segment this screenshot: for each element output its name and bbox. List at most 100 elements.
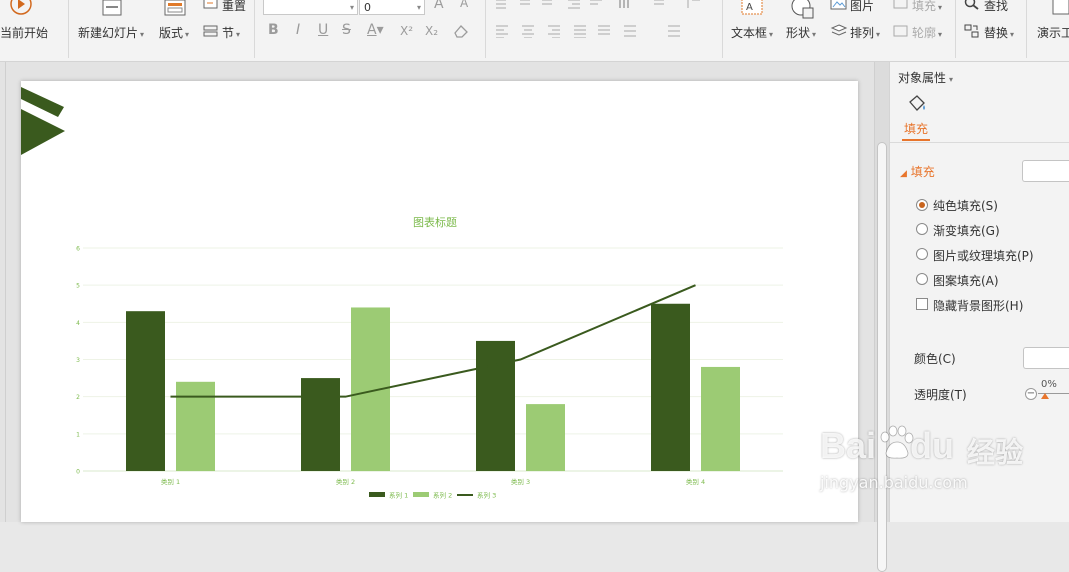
bar-series1-cat1[interactable] xyxy=(126,311,165,471)
legend-label-3: 系列 3 xyxy=(477,491,496,500)
chart-title[interactable]: 图表标题 xyxy=(413,215,457,229)
column-icon[interactable] xyxy=(618,0,708,12)
fill-bucket-icon[interactable] xyxy=(906,94,928,117)
shape-icon[interactable] xyxy=(789,0,815,23)
y-tick-label: 5 xyxy=(76,283,80,290)
subscript-button[interactable]: X₂ xyxy=(425,24,438,38)
font-size-decrease-button[interactable]: A xyxy=(460,0,468,10)
arrange-button[interactable]: 排列 ▾ xyxy=(850,24,880,41)
fill-icon[interactable] xyxy=(892,0,910,13)
find-button[interactable]: 查找 xyxy=(984,0,1008,14)
legend-swatch-2 xyxy=(413,492,429,497)
fill-preset-box[interactable] xyxy=(1022,160,1069,182)
transparency-label: 透明度(T) xyxy=(914,388,967,402)
panel-divider xyxy=(890,142,1069,143)
indent-icon[interactable] xyxy=(566,0,606,12)
x-tick-label: 类别 1 xyxy=(161,477,180,486)
reset-button[interactable]: 重置 xyxy=(222,0,246,14)
outline-icon[interactable] xyxy=(892,23,910,42)
panel-title[interactable]: 对象属性 ▾ xyxy=(898,69,953,86)
x-tick-label: 类别 4 xyxy=(686,477,705,486)
watermark-url: jingyan.baidu.com xyxy=(820,473,968,492)
bar-series2-cat3[interactable] xyxy=(526,404,565,471)
legend-label-2: 系列 2 xyxy=(433,491,452,500)
gradient-fill-radio[interactable] xyxy=(916,223,928,235)
bar-series1-cat2[interactable] xyxy=(301,378,340,471)
replace-button[interactable]: 替换 ▾ xyxy=(984,24,1014,41)
color-label: 颜色(C) xyxy=(914,352,956,366)
ribbon-toolbar: 当前开始 新建幻灯片 ▾ 版式 ▾ 重置 节 ▾ ▾ 0 ▾ A A B I U S A… xyxy=(0,0,1069,62)
layout-icon[interactable] xyxy=(163,0,187,21)
layout-button[interactable]: 版式 ▾ xyxy=(159,24,189,41)
line-series-3[interactable] xyxy=(170,284,696,398)
picture-texture-fill-radio[interactable] xyxy=(916,248,928,260)
pattern-fill-label[interactable]: 图案填充(A) xyxy=(933,272,999,289)
from-current-button[interactable]: 当前开始 xyxy=(0,24,48,41)
font-size-increase-button[interactable]: A xyxy=(434,0,444,12)
bar-series1-cat3[interactable] xyxy=(476,340,515,471)
new-slide-icon[interactable] xyxy=(100,0,124,21)
pattern-fill-radio[interactable] xyxy=(916,273,928,285)
find-icon[interactable] xyxy=(964,0,980,13)
watermark-brand-cn: 经验 xyxy=(967,436,1024,469)
color-picker-box[interactable] xyxy=(1023,347,1069,369)
picture-texture-fill-label[interactable]: 图片或纹理填充(P) xyxy=(933,247,1034,264)
strikethrough-button[interactable]: S xyxy=(342,22,351,38)
y-tick-label: 4 xyxy=(76,320,80,327)
bar-series2-cat1[interactable] xyxy=(176,381,215,471)
textbox-button[interactable]: 文本框 ▾ xyxy=(731,24,773,41)
presentation-tools-icon[interactable] xyxy=(1052,0,1069,21)
bar-series2-cat4[interactable] xyxy=(701,366,740,471)
bar-series1-cat4[interactable] xyxy=(651,303,690,471)
textbox-icon[interactable]: A xyxy=(740,0,764,21)
y-tick-label: 6 xyxy=(76,246,80,253)
paw-icon xyxy=(880,425,914,459)
scrollbar-thumb[interactable] xyxy=(877,142,887,572)
y-tick-label: 2 xyxy=(76,394,80,401)
picture-button[interactable]: 图片 xyxy=(850,0,874,14)
gradient-fill-label[interactable]: 渐变填充(G) xyxy=(933,222,1000,239)
x-tick-label: 类别 2 xyxy=(336,477,355,486)
section-fill-header[interactable]: ◢ 填充 xyxy=(900,163,935,180)
font-color-button[interactable]: A▾ xyxy=(367,22,384,38)
tab-fill-underline xyxy=(902,139,930,141)
bullets-icon[interactable] xyxy=(494,0,554,12)
presentation-tools-button[interactable]: 演示工 xyxy=(1037,24,1069,41)
superscript-button[interactable]: X² xyxy=(400,24,413,38)
transparency-decrease-button[interactable]: − xyxy=(1025,388,1037,400)
shape-button[interactable]: 形状 ▾ xyxy=(786,24,816,41)
svg-text:A: A xyxy=(746,2,753,13)
arrange-icon[interactable] xyxy=(830,23,848,42)
reset-icon[interactable] xyxy=(203,0,219,13)
transparency-slider-thumb[interactable] xyxy=(1041,393,1049,399)
section-button[interactable]: 节 ▾ xyxy=(222,24,240,41)
underline-button[interactable]: U xyxy=(318,22,328,38)
new-slide-button[interactable]: 新建幻灯片 ▾ xyxy=(78,24,144,41)
section-icon[interactable] xyxy=(203,24,219,41)
hide-background-label[interactable]: 隐藏背景图形(H) xyxy=(933,297,1023,314)
solid-fill-label[interactable]: 纯色填充(S) xyxy=(933,197,998,214)
play-from-current-icon[interactable] xyxy=(8,0,34,21)
slide-canvas[interactable]: 图表标题 0 1 2 3 4 5 6 类别 1 类别 2 类别 3 类别 4 系列 1 系列 2 系列… xyxy=(21,81,858,522)
y-tick-label: 1 xyxy=(76,431,80,438)
y-tick-label: 0 xyxy=(76,469,80,476)
italic-button[interactable]: I xyxy=(296,22,300,38)
font-size-select[interactable]: 0 ▾ xyxy=(359,0,425,15)
legend-label-1: 系列 1 xyxy=(389,491,408,500)
x-tick-label: 类别 3 xyxy=(511,477,530,486)
transparency-value: 0% xyxy=(1041,379,1057,390)
align-icons[interactable] xyxy=(494,24,714,41)
tab-fill[interactable]: 填充 xyxy=(904,120,928,137)
y-tick-label: 3 xyxy=(76,357,80,364)
solid-fill-radio[interactable] xyxy=(916,199,928,211)
picture-icon[interactable] xyxy=(830,0,848,13)
combo-chart[interactable]: 图表标题 0 1 2 3 4 5 6 类别 1 类别 2 类别 3 类别 4 系列 1 系列 2 系列… xyxy=(21,81,858,522)
replace-icon[interactable] xyxy=(964,23,980,42)
legend-swatch-1 xyxy=(369,492,385,497)
outline-button[interactable]: 轮廓 ▾ xyxy=(912,24,942,41)
fill-button[interactable]: 填充 ▾ xyxy=(912,0,942,14)
hide-background-checkbox[interactable] xyxy=(916,298,928,310)
bold-button[interactable]: B xyxy=(268,22,279,38)
font-name-select[interactable]: ▾ xyxy=(263,0,358,15)
clear-format-icon[interactable] xyxy=(452,23,470,42)
